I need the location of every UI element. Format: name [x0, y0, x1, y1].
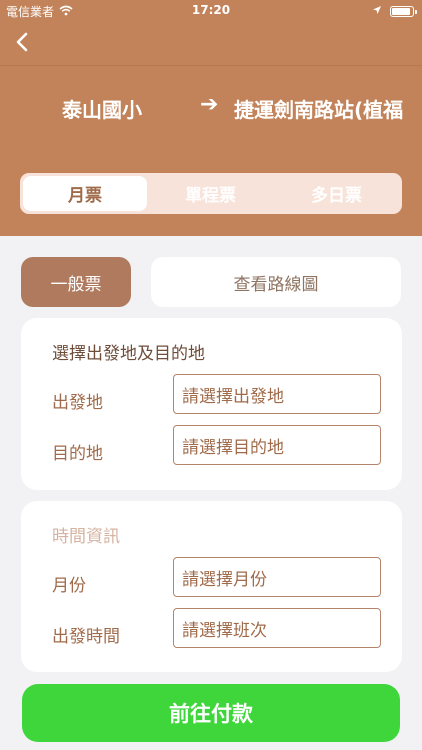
- battery-icon: [390, 5, 417, 17]
- location-card-title: 選擇出發地及目的地: [52, 344, 205, 364]
- location-card: 選擇出發地及目的地 出發地 請選擇出發地 目的地 請選擇目的地: [21, 318, 402, 490]
- status-bar: 電信業者 17:20: [0, 0, 422, 22]
- route-title: 泰山國小 ➔ 捷運劍南路站(植福: [62, 92, 422, 124]
- header: 電信業者 17:20 泰山國小 ➔ 捷運劍南路站(植福 月票 單程票 多日票: [0, 0, 422, 236]
- route-origin: 泰山國小: [62, 98, 142, 122]
- view-route-map-button[interactable]: 查看路線圖: [151, 257, 401, 307]
- origin-label: 出發地: [52, 393, 103, 413]
- month-field[interactable]: 請選擇月份: [173, 557, 381, 597]
- battery-level: [392, 7, 410, 15]
- month-label: 月份: [52, 576, 86, 596]
- destination-field[interactable]: 請選擇目的地: [173, 425, 381, 465]
- general-ticket-button[interactable]: 一般票: [21, 257, 131, 307]
- nav-divider: [0, 65, 422, 66]
- tab-monthly[interactable]: 月票: [23, 176, 147, 211]
- time-card: 時間資訊 月份 請選擇月份 出發時間 請選擇班次: [21, 501, 402, 672]
- tab-single[interactable]: 單程票: [148, 176, 273, 211]
- ticket-type-tabs: 月票 單程票 多日票: [20, 173, 402, 214]
- status-right: [372, 4, 417, 18]
- proceed-to-payment-button[interactable]: 前往付款: [22, 684, 400, 742]
- status-time: 17:20: [191, 3, 231, 17]
- origin-field[interactable]: 請選擇出發地: [173, 374, 381, 414]
- location-arrow-icon: [372, 4, 382, 18]
- back-button[interactable]: [8, 28, 36, 56]
- departure-time-label: 出發時間: [52, 627, 120, 647]
- arrow-right-icon: ➔: [200, 92, 219, 117]
- tab-multi-day[interactable]: 多日票: [274, 176, 399, 211]
- chevron-left-icon: [16, 32, 28, 52]
- route-destination: 捷運劍南路站(植福: [234, 98, 404, 122]
- departure-time-field[interactable]: 請選擇班次: [173, 608, 381, 648]
- time-card-title: 時間資訊: [52, 527, 120, 547]
- destination-label: 目的地: [52, 444, 103, 464]
